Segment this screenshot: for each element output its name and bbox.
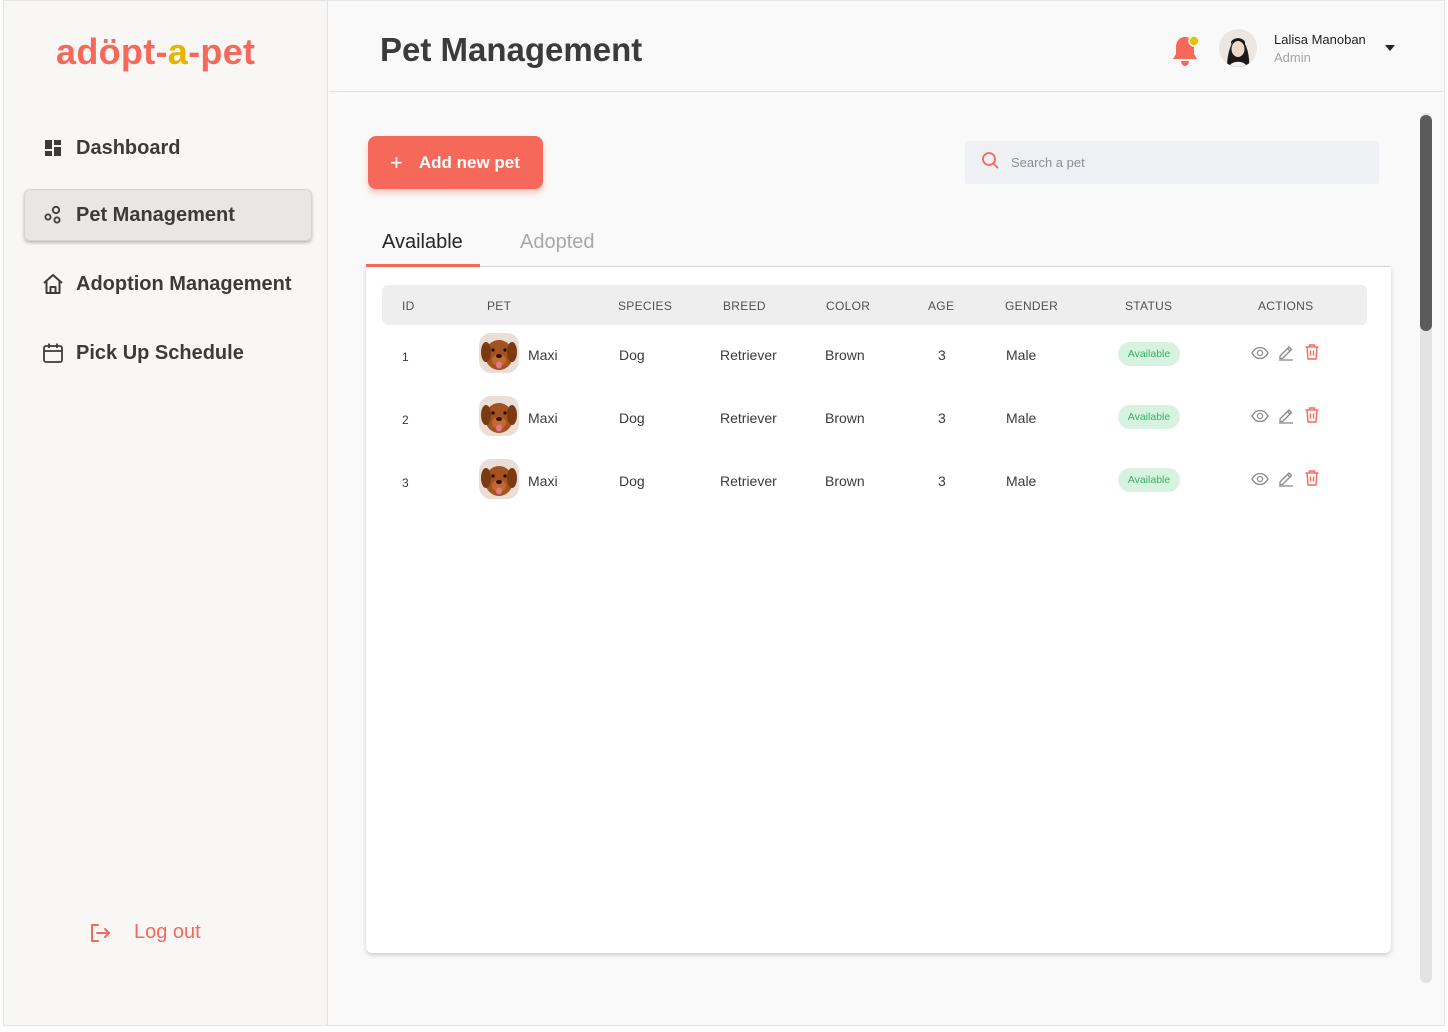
delete-trash-icon[interactable] [1303,343,1321,361]
user-name: Lalisa Manoban [1274,32,1366,47]
sidebar-item-label: Dashboard [76,136,181,159]
column-header-gender: GENDER [1005,299,1059,313]
vertical-scrollbar[interactable] [1420,113,1432,983]
logout-label: Log out [134,921,201,943]
sidebar-item-label: Pet Management [76,203,235,226]
view-eye-icon[interactable] [1251,344,1269,362]
sidebar-item-pick-up-schedule[interactable]: Pick Up Schedule [24,327,312,379]
search-box[interactable] [965,141,1379,184]
cell-gender: Male [1006,410,1037,426]
cell-species: Dog [619,347,645,363]
cell-color: Brown [825,410,865,426]
column-header-actions: ACTIONS [1258,299,1314,313]
sidebar-item-label: Adoption Management [76,272,292,295]
cell-age: 3 [938,347,946,363]
cell-breed: Retriever [720,410,777,426]
cell-color: Brown [825,347,865,363]
app-logo[interactable]: adöpt-a-pet [56,31,255,73]
status-tabs: Available Adopted [366,227,1391,267]
cell-pet-name: Maxi [528,473,558,489]
sidebar: adöpt-a-pet Dashboard Pet Management Ado… [4,1,328,1025]
add-new-pet-button[interactable]: + Add new pet [368,136,543,189]
pet-photo [479,459,519,499]
cell-color: Brown [825,473,865,489]
column-header-pet: PET [487,299,512,313]
logout-button[interactable]: Log out [88,921,201,944]
home-icon [42,273,64,295]
cell-gender: Male [1006,347,1037,363]
cell-species: Dog [619,410,645,426]
cell-id: 2 [402,413,409,427]
view-eye-icon[interactable] [1251,470,1269,488]
sidebar-item-adoption-management[interactable]: Adoption Management [24,258,312,310]
app-window: adöpt-a-pet Dashboard Pet Management Ado… [3,0,1445,1026]
edit-pencil-icon[interactable] [1277,343,1295,361]
column-header-status: STATUS [1125,299,1173,313]
logo-text-part: a [167,31,189,72]
column-header-color: COLOR [826,299,871,313]
cell-gender: Male [1006,473,1037,489]
table-header: ID PET SPECIES BREED COLOR AGE GENDER ST… [382,285,1367,325]
calendar-icon [42,342,64,364]
user-avatar[interactable] [1219,29,1257,67]
view-eye-icon[interactable] [1251,407,1269,425]
cell-breed: Retriever [720,473,777,489]
cell-species: Dog [619,473,645,489]
column-header-species: SPECIES [618,299,673,313]
search-input[interactable] [1011,155,1351,170]
table-row[interactable]: 2 Maxi Dog Retriever Brown 3 Male Availa… [382,391,1367,441]
pet-photo [479,333,519,373]
search-icon [981,151,999,174]
page-title: Pet Management [380,31,643,68]
notification-bell-icon[interactable] [1171,33,1201,67]
dashboard-grid-icon [42,137,64,159]
cell-id: 1 [402,350,409,364]
column-header-breed: BREED [723,299,766,313]
sidebar-item-dashboard[interactable]: Dashboard [24,122,312,174]
top-header: Pet Management Lalisa Manoban Admin [329,1,1444,92]
edit-pencil-icon[interactable] [1277,469,1295,487]
tab-adopted[interactable]: Adopted [520,231,595,254]
add-new-pet-label: Add new pet [418,152,520,172]
logout-icon [88,922,112,944]
cell-pet-name: Maxi [528,347,558,363]
delete-trash-icon[interactable] [1303,469,1321,487]
status-badge: Available [1118,405,1180,429]
logo-text-part: adöpt- [56,31,168,72]
cell-age: 3 [938,473,946,489]
sidebar-item-pet-management[interactable]: Pet Management [24,189,312,241]
status-badge: Available [1118,342,1180,366]
status-badge: Available [1118,468,1180,492]
column-header-age: AGE [928,299,955,313]
cell-pet-name: Maxi [528,410,558,426]
chevron-down-icon[interactable] [1385,45,1395,51]
user-role: Admin [1274,50,1311,65]
delete-trash-icon[interactable] [1303,406,1321,424]
table-row[interactable]: 1 Maxi Dog Retriever Brown 3 Male Availa… [382,328,1367,378]
cell-age: 3 [938,410,946,426]
cell-id: 3 [402,476,409,490]
sidebar-item-label: Pick Up Schedule [76,341,244,364]
edit-pencil-icon[interactable] [1277,406,1295,424]
pets-nodes-icon [42,204,64,226]
column-header-id: ID [402,299,415,313]
plus-icon: + [390,149,403,175]
pet-photo [479,396,519,436]
table-row[interactable]: 3 Maxi Dog Retriever Brown 3 Male Availa… [382,454,1367,504]
cell-breed: Retriever [720,347,777,363]
logo-text-part: -pet [188,31,256,72]
scrollbar-thumb[interactable] [1420,115,1432,331]
pets-table-card: ID PET SPECIES BREED COLOR AGE GENDER ST… [366,267,1391,953]
tab-available[interactable]: Available [382,231,463,254]
